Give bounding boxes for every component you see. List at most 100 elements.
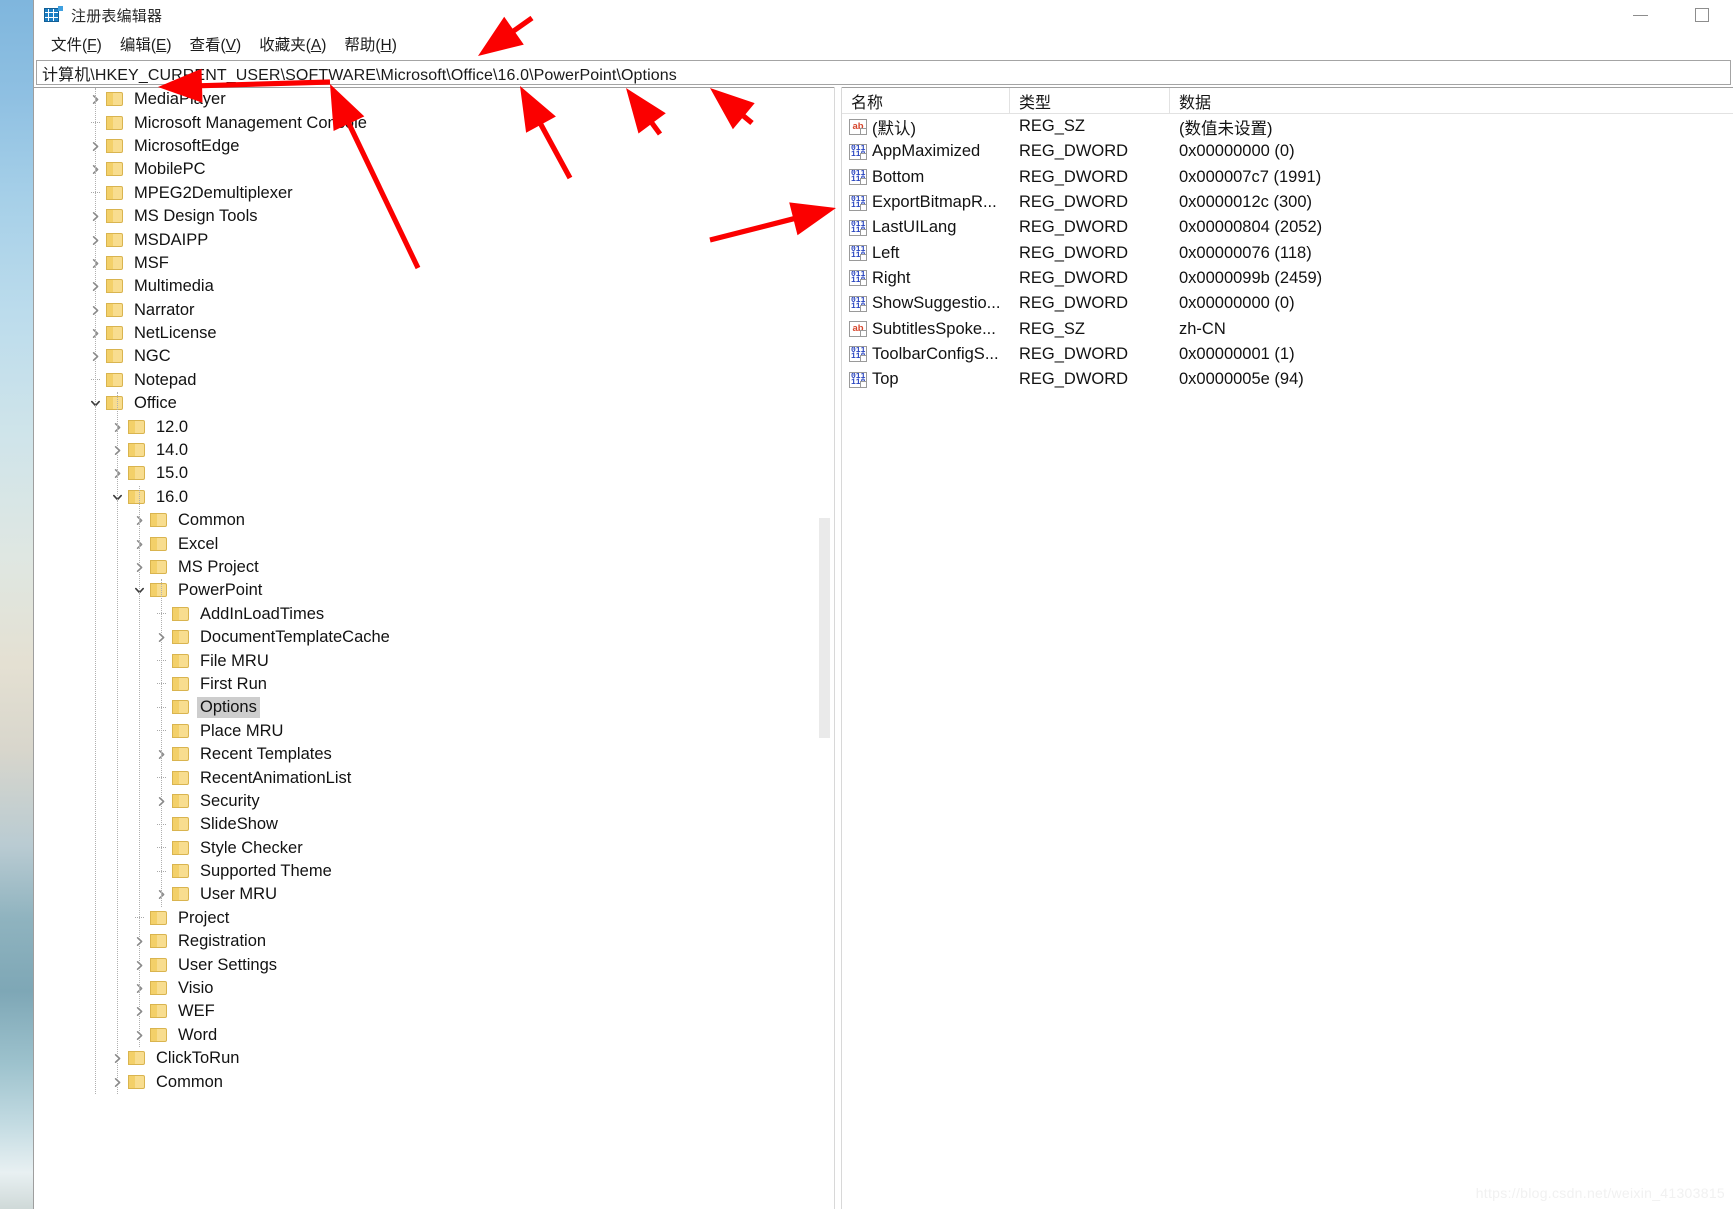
maximize-button[interactable]	[1671, 0, 1733, 30]
value-list-row[interactable]: 011 110 ExportBitmapR... REG_DWORD 0x0000012…	[842, 190, 1733, 215]
tree-node-label: Visio	[178, 979, 214, 998]
tree-node-project[interactable]: Project	[34, 907, 834, 930]
tree-node-label: MobilePC	[134, 160, 206, 179]
value-list-row[interactable]: 011 110 LastUILang REG_DWORD 0x00000804 (205…	[842, 215, 1733, 240]
value-list-row[interactable]: 011 110 ShowSuggestio... REG_DWORD 0x0000000…	[842, 291, 1733, 316]
value-name-cell[interactable]: 011 110 ShowSuggestio...	[842, 294, 1010, 313]
tree-node-microsoft-management-console[interactable]: Microsoft Management Console	[34, 111, 834, 134]
tree-node-supported-theme[interactable]: Supported Theme	[34, 860, 834, 883]
tree-node-mobilepc[interactable]: MobilePC	[34, 158, 834, 181]
value-name-cell[interactable]: 011 110 ToolbarConfigS...	[842, 345, 1010, 364]
tree-node-label: Place MRU	[200, 721, 284, 740]
tree-node-14-0[interactable]: 14.0	[34, 439, 834, 462]
tree-node-addinloadtimes[interactable]: AddInLoadTimes	[34, 603, 834, 626]
tree-node-visio[interactable]: Visio	[34, 977, 834, 1000]
value-list-row[interactable]: 011 110 Bottom REG_DWORD 0x000007c7 (1991)	[842, 165, 1733, 190]
tree-node-clicktorun[interactable]: ClickToRun	[34, 1047, 834, 1070]
tree-node-label: WEF	[178, 1002, 215, 1021]
value-list-row[interactable]: ab SubtitlesSpoke... REG_SZ zh-CN	[842, 316, 1733, 341]
value-list-row[interactable]: ab (默认) REG_SZ (数值未设置)	[842, 114, 1733, 139]
tree-node-word[interactable]: Word	[34, 1024, 834, 1047]
menu-edit[interactable]: 编辑(E)	[111, 31, 181, 57]
column-header-type[interactable]: 类型	[1010, 88, 1170, 113]
tree-node-netlicense[interactable]: NetLicense	[34, 322, 834, 345]
tree-node-common[interactable]: Common	[34, 1070, 834, 1093]
column-header-data[interactable]: 数据	[1170, 88, 1590, 113]
folder-icon	[172, 770, 190, 786]
tree-node-recent-templates[interactable]: Recent Templates	[34, 743, 834, 766]
menu-file[interactable]: 文件(F)	[42, 31, 111, 57]
tree-node-user-mru[interactable]: User MRU	[34, 883, 834, 906]
tree-node-notepad[interactable]: Notepad	[34, 369, 834, 392]
folder-icon	[128, 466, 146, 481]
tree-node-msdaipp[interactable]: MSDAIPP	[34, 228, 834, 251]
tree-node-microsoftedge[interactable]: MicrosoftEdge	[34, 135, 834, 158]
tree-node-recentanimationlist[interactable]: RecentAnimationList	[34, 766, 834, 789]
tree-node-first-run[interactable]: First Run	[34, 673, 834, 696]
value-name-cell[interactable]: ab (默认)	[842, 115, 1010, 139]
tree-node-mediaplayer[interactable]: MediaPlayer	[34, 88, 834, 111]
folder-icon	[172, 700, 190, 715]
tree-node-15-0[interactable]: 15.0	[34, 462, 834, 485]
tree-node-registration[interactable]: Registration	[34, 930, 834, 953]
menu-favorites[interactable]: 收藏夹(A)	[250, 31, 335, 57]
registry-tree[interactable]: MediaPlayer Microsoft Management Console M…	[34, 88, 834, 1094]
tree-node-label: MPEG2Demultiplexer	[134, 183, 293, 202]
value-list-row[interactable]: 011 110 Left REG_DWORD 0x00000076 (118)	[842, 240, 1733, 265]
value-list-row[interactable]: 011 110 ToolbarConfigS... REG_DWORD 0x000000…	[842, 342, 1733, 367]
tree-node-excel[interactable]: Excel	[34, 532, 834, 555]
value-name-cell[interactable]: 011 110 Bottom	[842, 168, 1010, 187]
value-name-cell[interactable]: 011 110 ExportBitmapR...	[842, 193, 1010, 212]
value-list-pane[interactable]: 名称 类型 数据 ab (默认) REG_SZ (数值未设置) 011 110 AppMax…	[842, 87, 1733, 1209]
tree-node-security[interactable]: Security	[34, 790, 834, 813]
value-list-rows[interactable]: ab (默认) REG_SZ (数值未设置) 011 110 AppMaximized REG…	[842, 114, 1733, 392]
tree-node-documenttemplatecache[interactable]: DocumentTemplateCache	[34, 626, 834, 649]
value-name-cell[interactable]: 011 110 Top	[842, 370, 1010, 389]
tree-node-file-mru[interactable]: File MRU	[34, 649, 834, 672]
tree-node-style-checker[interactable]: Style Checker	[34, 837, 834, 860]
value-name-cell[interactable]: 011 110 Right	[842, 269, 1010, 288]
column-header-name[interactable]: 名称	[842, 88, 1010, 113]
value-data: 0x0000099b (2459)	[1179, 268, 1323, 287]
tree-node-office[interactable]: Office	[34, 392, 834, 415]
tree-scrollbar-thumb[interactable]	[819, 518, 830, 738]
tree-node-narrator[interactable]: Narrator	[34, 299, 834, 322]
tree-node-place-mru[interactable]: Place MRU	[34, 720, 834, 743]
tree-node-mpeg2demultiplexer[interactable]: MPEG2Demultiplexer	[34, 182, 834, 205]
address-bar[interactable]: 计算机\HKEY_CURRENT_USER\SOFTWARE\Microsoft…	[36, 60, 1731, 85]
registry-path-input[interactable]: 计算机\HKEY_CURRENT_USER\SOFTWARE\Microsoft…	[42, 61, 677, 85]
tree-node-12-0[interactable]: 12.0	[34, 415, 834, 438]
tree-node-options[interactable]: Options	[34, 696, 834, 719]
menu-view[interactable]: 查看(V)	[181, 31, 251, 57]
tree-node-multimedia[interactable]: Multimedia	[34, 275, 834, 298]
tree-node-ngc[interactable]: NGC	[34, 345, 834, 368]
value-name-cell[interactable]: 011 110 AppMaximized	[842, 142, 1010, 161]
value-name: SubtitlesSpoke...	[872, 319, 996, 338]
menu-help[interactable]: 帮助(H)	[335, 31, 406, 57]
registry-tree-pane[interactable]: MediaPlayer Microsoft Management Console M…	[34, 87, 834, 1209]
value-list-header: 名称 类型 数据	[842, 88, 1733, 114]
tree-node-powerpoint[interactable]: PowerPoint	[34, 579, 834, 602]
value-name-cell[interactable]: 011 110 LastUILang	[842, 218, 1010, 237]
minimize-button[interactable]	[1609, 0, 1671, 30]
value-name: ToolbarConfigS...	[872, 344, 999, 363]
value-name-cell[interactable]: ab SubtitlesSpoke...	[842, 320, 1010, 339]
tree-node-slideshow[interactable]: SlideShow	[34, 813, 834, 836]
pane-splitter[interactable]	[834, 87, 842, 1209]
value-list-row[interactable]: 011 110 Right REG_DWORD 0x0000099b (2459)	[842, 266, 1733, 291]
tree-vertical-scrollbar[interactable]	[816, 88, 834, 1209]
tree-node-user-settings[interactable]: User Settings	[34, 953, 834, 976]
value-list-row[interactable]: 011 110 AppMaximized REG_DWORD 0x00000000 (0…	[842, 139, 1733, 164]
value-list-row[interactable]: 011 110 Top REG_DWORD 0x0000005e (94)	[842, 367, 1733, 392]
tree-node-common[interactable]: Common	[34, 509, 834, 532]
tree-node-label: First Run	[200, 674, 267, 693]
value-name-cell[interactable]: 011 110 Left	[842, 244, 1010, 263]
folder-icon	[106, 372, 124, 388]
tree-node-msf[interactable]: MSF	[34, 252, 834, 275]
tree-node-wef[interactable]: WEF	[34, 1000, 834, 1023]
folder-icon	[172, 747, 190, 762]
tree-node-ms-design-tools[interactable]: MS Design Tools	[34, 205, 834, 228]
tree-node-16-0[interactable]: 16.0	[34, 486, 834, 509]
tree-node-ms-project[interactable]: MS Project	[34, 556, 834, 579]
tree-node-label: Excel	[178, 534, 219, 553]
